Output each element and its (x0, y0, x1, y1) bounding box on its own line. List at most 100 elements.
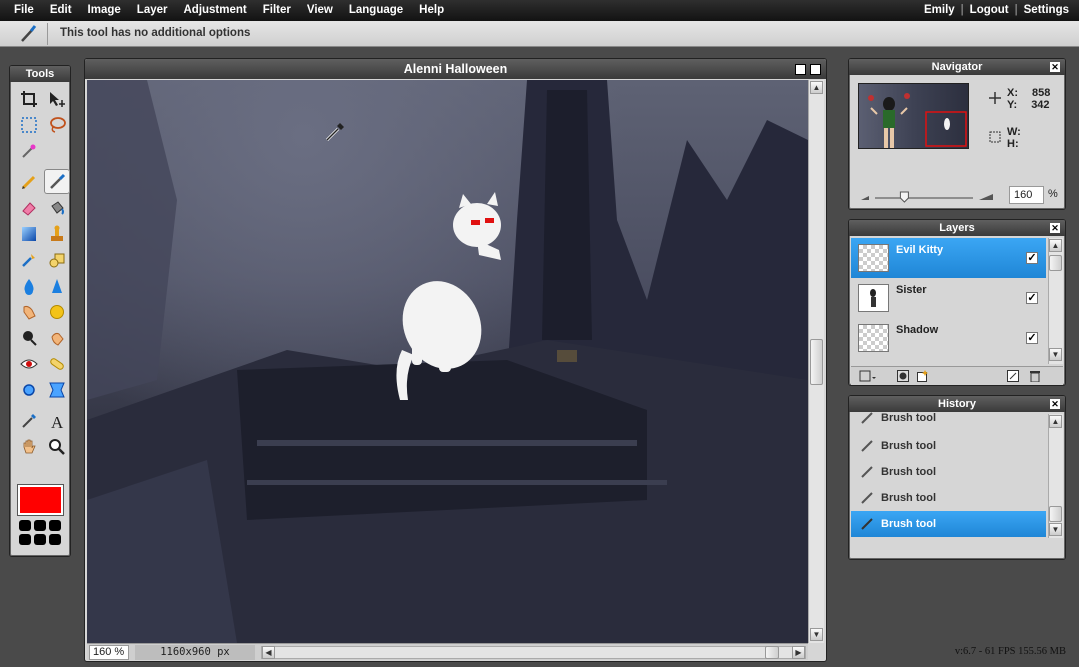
layer-row[interactable]: Sister ✓ (851, 278, 1046, 318)
history-item-label: Brush tool (881, 412, 936, 424)
canvas-vertical-scrollbar[interactable]: ▲ ▼ (808, 80, 824, 643)
red-eye-icon[interactable] (16, 351, 42, 376)
close-icon[interactable]: ✕ (1050, 399, 1060, 409)
document-title: Alenni Halloween (403, 62, 508, 76)
crop-icon[interactable] (16, 86, 42, 111)
scroll-left-icon[interactable]: ◀ (262, 646, 275, 659)
menu-language[interactable]: Language (341, 0, 411, 21)
paint-bucket-icon[interactable] (44, 195, 70, 220)
foreground-color-swatch[interactable] (18, 485, 63, 515)
scroll-up-icon[interactable]: ▲ (1049, 415, 1062, 428)
history-item-label: Brush tool (881, 466, 936, 478)
scroll-thumb[interactable] (810, 339, 823, 385)
scroll-thumb[interactable] (1049, 506, 1062, 522)
logout-link[interactable]: Logout (970, 0, 1009, 21)
scroll-thumb[interactable] (1049, 255, 1062, 271)
scroll-down-icon[interactable]: ▼ (1049, 348, 1062, 361)
color-picker-icon[interactable] (16, 408, 42, 433)
history-item[interactable]: Brush tool (851, 485, 1046, 511)
maximize-icon[interactable]: ▫ (795, 64, 806, 75)
canvas-zoom-field[interactable]: 160 % (89, 645, 129, 660)
brush-icon (859, 438, 875, 454)
tool-options-bar: This tool has no additional options (0, 21, 1079, 47)
gradient-icon[interactable] (16, 221, 42, 246)
menu-help[interactable]: Help (411, 0, 452, 21)
spot-heal-icon[interactable] (44, 351, 70, 376)
scroll-up-icon[interactable]: ▲ (1049, 239, 1062, 252)
image-canvas[interactable] (87, 80, 808, 643)
layer-name: Shadow (896, 324, 939, 336)
tools-title: Tools (10, 66, 70, 82)
menu-filter[interactable]: Filter (255, 0, 299, 21)
history-item[interactable]: Brush tool (851, 459, 1046, 485)
marquee-select-icon[interactable] (16, 112, 42, 137)
layer-visibility-checkbox[interactable]: ✓ (1026, 292, 1038, 304)
canvas-horizontal-scrollbar[interactable]: ◀ ▶ (261, 646, 806, 659)
magic-wand-icon[interactable] (16, 138, 42, 163)
lasso-icon[interactable] (44, 112, 70, 137)
brush-icon[interactable] (44, 169, 70, 194)
color-replace-icon[interactable] (16, 247, 42, 272)
canvas-window: Alenni Halloween ▫ ✕ ▲ ▼ 160 % 1160x960 … (84, 58, 827, 662)
drawing-shape-icon[interactable] (44, 247, 70, 272)
new-layer-icon[interactable] (1007, 370, 1019, 385)
menu-file[interactable]: File (6, 0, 42, 21)
settings-link[interactable]: Settings (1024, 0, 1069, 21)
sharpen-icon[interactable] (44, 273, 70, 298)
navigator-thumbnail[interactable] (858, 83, 969, 149)
h-label: H: (1007, 138, 1019, 150)
sponge-icon[interactable] (44, 299, 70, 324)
scroll-down-icon[interactable]: ▼ (810, 628, 823, 641)
layer-mask-icon[interactable] (897, 370, 909, 385)
brush-icon (859, 410, 875, 426)
color-swatch-grid[interactable] (19, 520, 61, 545)
clone-stamp-icon[interactable] (44, 221, 70, 246)
pinch-icon[interactable] (44, 377, 70, 402)
main-menu: File Edit Image Layer Adjustment Filter … (6, 0, 452, 21)
history-item[interactable]: Brush tool (851, 408, 1046, 428)
history-item[interactable]: Brush tool (851, 433, 1046, 459)
zoom-icon[interactable] (44, 434, 70, 459)
scroll-up-icon[interactable]: ▲ (810, 81, 823, 94)
layer-settings-icon[interactable] (859, 370, 877, 385)
zoom-unit: % (114, 646, 125, 658)
navigator-zoom-slider[interactable] (861, 190, 993, 203)
hand-icon[interactable] (16, 434, 42, 459)
layer-style-icon[interactable] (917, 370, 929, 385)
burn-icon[interactable] (44, 325, 70, 350)
scroll-thumb[interactable] (765, 646, 779, 659)
move-icon[interactable] (44, 86, 70, 111)
menu-view[interactable]: View (299, 0, 341, 21)
close-icon[interactable]: ✕ (810, 64, 821, 75)
dodge-icon[interactable] (16, 325, 42, 350)
bloat-icon[interactable] (16, 377, 42, 402)
layer-row[interactable]: Evil Kitty ✓ (851, 238, 1046, 278)
navigator-panel: Navigator ✕ X: 858 Y: 342 W: H: 160 % (848, 58, 1066, 210)
layer-thumbnail (858, 284, 889, 312)
eraser-icon[interactable] (16, 195, 42, 220)
delete-layer-icon[interactable] (1029, 370, 1041, 385)
smudge-icon[interactable] (16, 299, 42, 324)
navigator-zoom-input[interactable]: 160 (1009, 186, 1044, 204)
pencil-icon[interactable] (16, 169, 42, 194)
menu-layer[interactable]: Layer (129, 0, 176, 21)
blur-icon[interactable] (16, 273, 42, 298)
layers-scrollbar[interactable]: ▲ ▼ (1048, 238, 1063, 364)
close-icon[interactable]: ✕ (1050, 62, 1060, 72)
user-name-link[interactable]: Emily (924, 0, 955, 21)
history-item-selected[interactable]: Brush tool (851, 511, 1046, 537)
close-icon[interactable]: ✕ (1050, 223, 1060, 233)
brush-icon (8, 23, 48, 45)
menu-adjustment[interactable]: Adjustment (175, 0, 254, 21)
menu-edit[interactable]: Edit (42, 0, 80, 21)
type-icon[interactable]: A (44, 408, 70, 433)
history-item-label: Brush tool (881, 440, 936, 452)
layer-row[interactable]: Shadow ✓ (851, 318, 1046, 358)
scroll-right-icon[interactable]: ▶ (792, 646, 805, 659)
layer-visibility-checkbox[interactable]: ✓ (1026, 252, 1038, 264)
scroll-down-icon[interactable]: ▼ (1049, 523, 1062, 536)
x-value: 858 (1032, 87, 1051, 99)
menu-image[interactable]: Image (80, 0, 129, 21)
layer-visibility-checkbox[interactable]: ✓ (1026, 332, 1038, 344)
history-scrollbar[interactable]: ▲ ▼ (1048, 414, 1063, 538)
